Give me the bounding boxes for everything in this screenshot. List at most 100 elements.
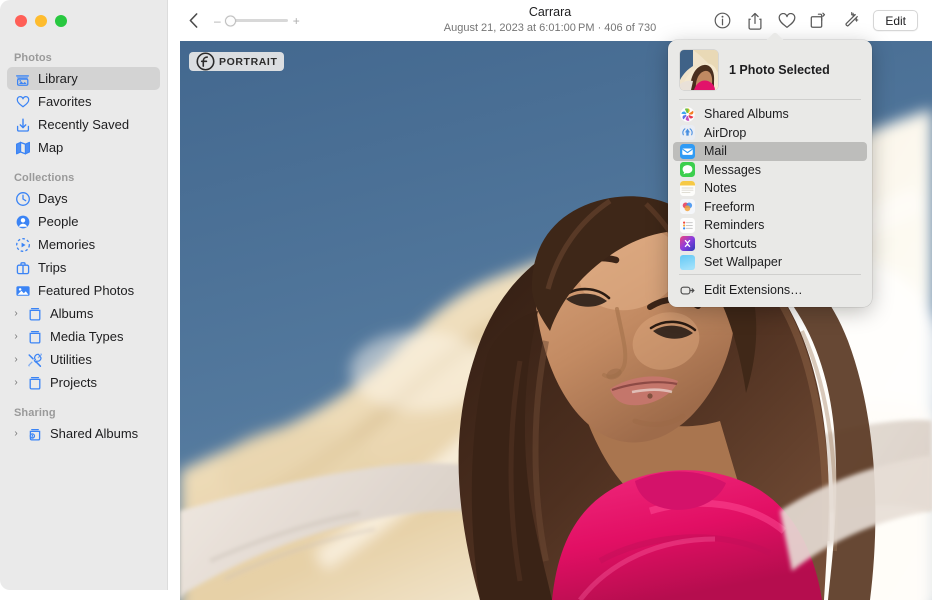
share-item-set-wallpaper[interactable]: Set Wallpaper (673, 253, 867, 272)
toolbar: – + Carrara August 21, 2023 at 6:01:00 P… (168, 0, 932, 41)
popover-arrow (764, 31, 786, 41)
zoom-slider-control[interactable]: – + (214, 15, 300, 27)
sidebar-item-label: Library (38, 71, 78, 86)
chevron-left-icon (189, 13, 198, 28)
reminders-app-icon (680, 218, 695, 233)
sidebar-item-memories[interactable]: Memories (7, 233, 160, 256)
share-item-label: Notes (704, 181, 737, 195)
aperture-icon (196, 52, 215, 71)
library-icon (14, 71, 31, 87)
photo-date: August 21, 2023 at 6:01:00 PM (444, 22, 595, 34)
share-item-shortcuts[interactable]: Shortcuts (673, 235, 867, 254)
zoom-button[interactable] (55, 15, 67, 27)
sidebar-item-label: Utilities (50, 352, 92, 367)
popover-footer: Edit Extensions… (668, 275, 872, 300)
sidebar-section-gap (0, 159, 167, 172)
person-circle-icon (14, 214, 31, 230)
sidebar-item-people[interactable]: People (7, 210, 160, 233)
sidebar-item-label: Media Types (50, 329, 123, 344)
share-popover: 1 Photo Selected Shared Albums AirDrop Mai… (668, 40, 872, 307)
heart-icon[interactable] (777, 11, 796, 30)
window-controls (15, 15, 67, 27)
back-button[interactable] (182, 10, 204, 32)
minimize-button[interactable] (35, 15, 47, 27)
sidebar-item-label: Days (38, 191, 68, 206)
sidebar-item-utilities[interactable]: › Utilities (7, 348, 160, 371)
portrait-badge[interactable]: PORTRAIT (189, 52, 284, 71)
share-item-mail[interactable]: Mail (673, 142, 867, 161)
sidebar-item-label: Featured Photos (38, 283, 134, 298)
photo-index: 406 of 730 (604, 22, 656, 34)
sidebar-item-label: Shared Albums (50, 426, 138, 441)
disclosure-triangle-icon[interactable]: › (11, 309, 21, 319)
map-icon (14, 140, 31, 156)
extensions-icon (680, 283, 695, 298)
zoom-in-label[interactable]: + (293, 15, 300, 27)
disclosure-triangle-icon[interactable]: › (11, 332, 21, 342)
rotate-icon[interactable] (809, 11, 828, 30)
close-button[interactable] (15, 15, 27, 27)
sidebar: PhotosLibraryFavoritesRecently SavedMapC… (0, 0, 168, 590)
disclosure-triangle-icon[interactable]: › (11, 378, 21, 388)
selected-photo-thumbnail (680, 50, 718, 90)
album-icon (26, 375, 43, 391)
share-item-label: Shortcuts (704, 237, 757, 251)
airdrop-icon (680, 125, 695, 140)
sidebar-item-label: People (38, 214, 78, 229)
sidebar-item-label: Trips (38, 260, 66, 275)
sidebar-item-library[interactable]: Library (7, 67, 160, 90)
share-item-airdrop[interactable]: AirDrop (673, 124, 867, 143)
share-item-label: AirDrop (704, 126, 746, 140)
sidebar-item-media-types[interactable]: › Media Types (7, 325, 160, 348)
popover-header: 1 Photo Selected (668, 48, 872, 99)
clock-icon (14, 191, 31, 207)
share-item-messages[interactable]: Messages (673, 161, 867, 180)
album-icon (26, 306, 43, 322)
share-item-label: Mail (704, 144, 727, 158)
recently-saved-icon (14, 117, 31, 133)
zoom-slider-track[interactable] (226, 19, 288, 22)
edit-button[interactable]: Edit (873, 10, 918, 31)
disclosure-triangle-icon[interactable]: › (11, 355, 21, 365)
sidebar-item-days[interactable]: Days (7, 187, 160, 210)
sidebar-item-label: Memories (38, 237, 95, 252)
share-item-shared-albums[interactable]: Shared Albums (673, 105, 867, 124)
share-item-reminders[interactable]: Reminders (673, 216, 867, 235)
sidebar-item-trips[interactable]: Trips (7, 256, 160, 279)
sidebar-item-albums[interactable]: › Albums (7, 302, 160, 325)
sidebar-item-shared-albums[interactable]: › Shared Albums (7, 422, 160, 445)
disclosure-triangle-icon[interactable]: › (11, 429, 21, 439)
sidebar-item-label: Recently Saved (38, 117, 129, 132)
sidebar-item-label: Projects (50, 375, 97, 390)
sidebar-section-gap (0, 394, 167, 407)
sidebar-list: PhotosLibraryFavoritesRecently SavedMapC… (0, 52, 167, 445)
sidebar-item-featured-photos[interactable]: Featured Photos (7, 279, 160, 302)
auto-enhance-icon[interactable] (841, 11, 860, 30)
sidebar-section-header: Collections (0, 172, 167, 187)
shortcuts-app-icon (680, 236, 695, 251)
sidebar-item-projects[interactable]: › Projects (7, 371, 160, 394)
sidebar-item-label: Albums (50, 306, 93, 321)
wallpaper-icon (680, 255, 695, 270)
share-item-label: Freeform (704, 200, 755, 214)
share-item-label: Reminders (704, 218, 764, 232)
sidebar-item-recently-saved[interactable]: Recently Saved (7, 113, 160, 136)
tools-icon (26, 352, 43, 368)
share-targets-list: Shared Albums AirDrop Mail MessagesNotes Fre… (668, 100, 872, 274)
photos-window: PhotosLibraryFavoritesRecently SavedMapC… (0, 0, 932, 600)
heart-icon (14, 94, 31, 110)
info-icon[interactable] (713, 11, 732, 30)
shared-albums-app-icon (680, 107, 695, 122)
share-item-label: Shared Albums (704, 107, 789, 121)
share-item-notes[interactable]: Notes (673, 179, 867, 198)
sidebar-item-label: Favorites (38, 94, 91, 109)
zoom-out-label[interactable]: – (214, 15, 221, 27)
share-item-freeform[interactable]: Freeform (673, 198, 867, 217)
sidebar-item-favorites[interactable]: Favorites (7, 90, 160, 113)
sidebar-item-map[interactable]: Map (7, 136, 160, 159)
suitcase-icon (14, 260, 31, 276)
zoom-slider-knob[interactable] (225, 15, 236, 26)
share-icon[interactable] (745, 11, 764, 30)
share-item-edit-extensions[interactable]: Edit Extensions… (673, 281, 867, 300)
notes-app-icon (680, 181, 695, 196)
